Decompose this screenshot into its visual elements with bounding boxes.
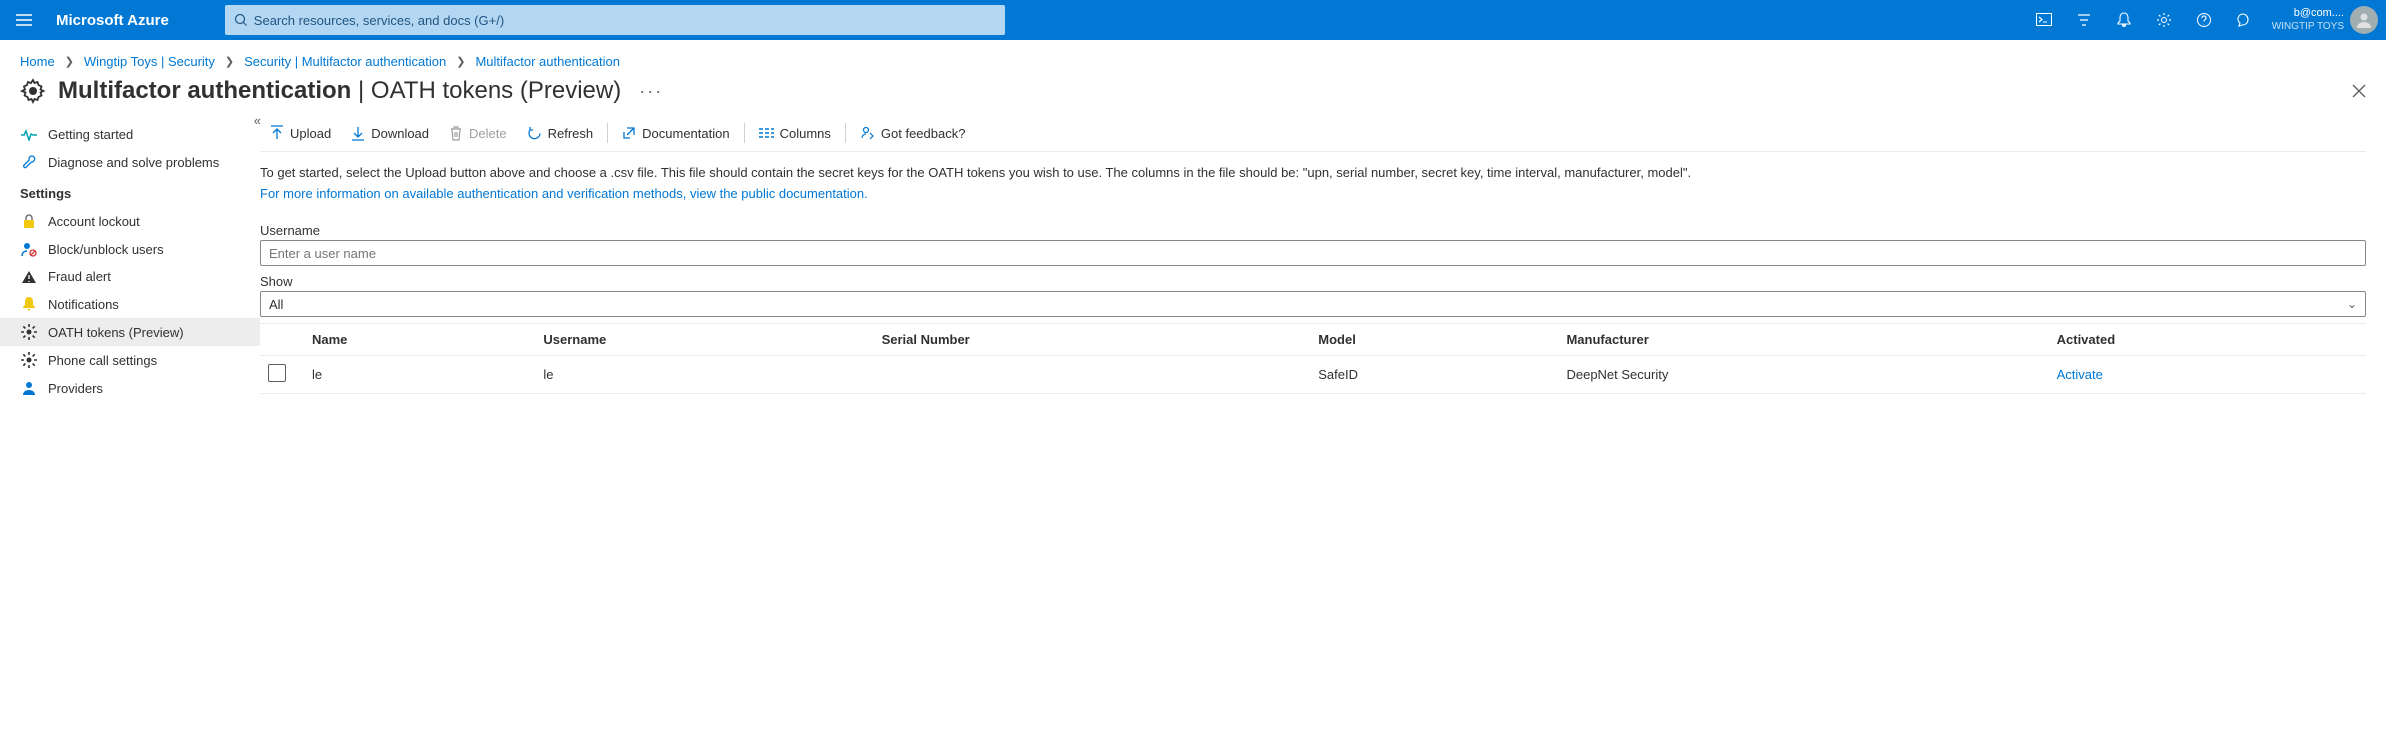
breadcrumb-item[interactable]: Wingtip Toys | Security xyxy=(84,54,215,69)
cell-username: le xyxy=(531,356,869,394)
breadcrumb-item[interactable]: Home xyxy=(20,54,55,69)
user-block-icon xyxy=(20,241,38,257)
col-username[interactable]: Username xyxy=(531,324,869,356)
chevron-down-icon: ⌄ xyxy=(2347,297,2357,311)
chevron-right-icon: ❯ xyxy=(225,55,234,68)
warning-icon xyxy=(20,270,38,284)
username-label: Username xyxy=(260,223,2366,238)
documentation-button[interactable]: Documentation xyxy=(612,122,739,145)
refresh-button[interactable]: Refresh xyxy=(517,122,604,145)
sidebar-item-label: Phone call settings xyxy=(48,353,157,368)
col-activated[interactable]: Activated xyxy=(2045,324,2366,356)
collapse-icon[interactable]: « xyxy=(254,113,256,128)
feedback-icon[interactable] xyxy=(2224,0,2264,40)
user-email: b@com.... xyxy=(2272,7,2344,20)
close-icon[interactable] xyxy=(2352,84,2366,98)
toolbar-separator xyxy=(845,123,846,143)
cell-serial xyxy=(870,356,1307,394)
sidebar-item-label: Block/unblock users xyxy=(48,242,164,257)
sidebar-item-label: Fraud alert xyxy=(48,269,111,284)
brand-label[interactable]: Microsoft Azure xyxy=(56,12,169,29)
sidebar-item-label: Getting started xyxy=(48,127,133,142)
avatar xyxy=(2350,6,2378,34)
breadcrumb: Home ❯ Wingtip Toys | Security ❯ Securit… xyxy=(0,40,2386,77)
feedback-button[interactable]: Got feedback? xyxy=(850,122,976,145)
delete-button: Delete xyxy=(439,121,517,145)
sidebar-item-block-users[interactable]: Block/unblock users xyxy=(0,235,260,263)
info-text: To get started, select the Upload button… xyxy=(260,164,2366,182)
cell-manufacturer: DeepNet Security xyxy=(1554,356,2044,394)
tokens-table: Name Username Serial Number Model Manufa… xyxy=(260,323,2366,394)
chevron-right-icon: ❯ xyxy=(65,55,74,68)
user-menu[interactable]: b@com.... WINGTIP TOYS xyxy=(2264,6,2386,34)
toolbar-separator xyxy=(607,123,608,143)
col-model[interactable]: Model xyxy=(1306,324,1554,356)
more-icon[interactable]: ··· xyxy=(639,81,663,102)
user-icon xyxy=(20,380,38,396)
heartbeat-icon xyxy=(20,129,38,141)
lock-icon xyxy=(20,213,38,229)
toolbar-separator xyxy=(744,123,745,143)
cell-name: le xyxy=(300,356,531,394)
chevron-right-icon: ❯ xyxy=(456,55,465,68)
cloud-shell-icon[interactable] xyxy=(2024,0,2064,40)
show-value: All xyxy=(269,297,283,312)
breadcrumb-item[interactable]: Security | Multifactor authentication xyxy=(244,54,446,69)
sidebar-item-label: OATH tokens (Preview) xyxy=(48,325,184,340)
help-icon[interactable] xyxy=(2184,0,2224,40)
info-link[interactable]: For more information on available authen… xyxy=(260,186,868,201)
sidebar-item-label: Account lockout xyxy=(48,214,140,229)
settings-icon[interactable] xyxy=(2144,0,2184,40)
gear-icon xyxy=(20,78,46,104)
gear-icon xyxy=(20,352,38,368)
wrench-icon xyxy=(20,154,38,170)
header-icons xyxy=(2024,0,2264,40)
sidebar-heading: Settings xyxy=(0,176,260,207)
toolbar: Upload Download Delete Refresh Documenta… xyxy=(260,115,2366,152)
download-button[interactable]: Download xyxy=(341,121,439,145)
sidebar-item-providers[interactable]: Providers xyxy=(0,374,260,402)
columns-button[interactable]: Columns xyxy=(749,122,841,145)
top-header: Microsoft Azure b@com.... WINGTIP TOYS xyxy=(0,0,2386,40)
sidebar-item-oath-tokens[interactable]: OATH tokens (Preview) xyxy=(0,318,260,346)
sidebar-item-label: Diagnose and solve problems xyxy=(48,155,219,170)
sidebar-item-label: Providers xyxy=(48,381,103,396)
sidebar-item-phone-call[interactable]: Phone call settings xyxy=(0,346,260,374)
hamburger-icon[interactable] xyxy=(0,0,48,40)
row-checkbox[interactable] xyxy=(268,364,286,382)
cell-model: SafeID xyxy=(1306,356,1554,394)
upload-button[interactable]: Upload xyxy=(260,121,341,145)
sidebar-item-getting-started[interactable]: Getting started xyxy=(0,121,260,148)
col-name[interactable]: Name xyxy=(300,324,531,356)
sidebar-item-label: Notifications xyxy=(48,297,119,312)
sidebar: « Getting started Diagnose and solve pro… xyxy=(0,115,260,414)
activate-link[interactable]: Activate xyxy=(2057,367,2103,382)
gear-icon xyxy=(20,324,38,340)
show-select[interactable]: All ⌄ xyxy=(260,291,2366,317)
page-title-row: Multifactor authentication | OATH tokens… xyxy=(0,77,2386,115)
show-label: Show xyxy=(260,274,2366,289)
username-input[interactable] xyxy=(260,240,2366,266)
sidebar-item-diagnose[interactable]: Diagnose and solve problems xyxy=(0,148,260,176)
filter-icon[interactable] xyxy=(2064,0,2104,40)
main-content: Upload Download Delete Refresh Documenta… xyxy=(260,115,2386,414)
sidebar-item-notifications[interactable]: Notifications xyxy=(0,290,260,318)
bell-icon xyxy=(20,296,38,312)
notifications-icon[interactable] xyxy=(2104,0,2144,40)
breadcrumb-item[interactable]: Multifactor authentication xyxy=(475,54,620,69)
col-serial[interactable]: Serial Number xyxy=(870,324,1307,356)
col-manufacturer[interactable]: Manufacturer xyxy=(1554,324,2044,356)
table-row[interactable]: le le SafeID DeepNet Security Activate xyxy=(260,356,2366,394)
sidebar-item-account-lockout[interactable]: Account lockout xyxy=(0,207,260,235)
global-search[interactable] xyxy=(225,5,1005,35)
sidebar-item-fraud-alert[interactable]: Fraud alert xyxy=(0,263,260,290)
search-input[interactable] xyxy=(254,13,996,28)
page-title: Multifactor authentication | OATH tokens… xyxy=(58,77,621,105)
user-org: WINGTIP TOYS xyxy=(2272,20,2344,33)
